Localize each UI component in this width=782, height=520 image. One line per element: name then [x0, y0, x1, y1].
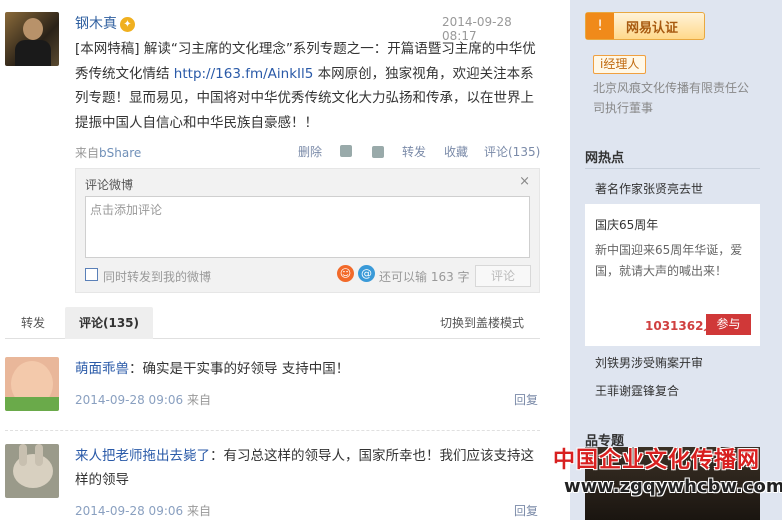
divider — [5, 430, 540, 431]
hot-topic-item[interactable]: 王菲谢霆锋复合 — [595, 382, 679, 399]
comment-from: 来自 — [183, 393, 211, 407]
tab-comments[interactable]: 评论(135) — [65, 307, 153, 339]
comment-meta: 2014-09-28 09:06 来自 — [75, 391, 211, 408]
reply-button[interactable]: 回复 — [514, 502, 538, 519]
commenter-avatar[interactable] — [5, 357, 59, 411]
certification-badge[interactable]: ! 网易认证 — [585, 12, 705, 40]
mention-icon[interactable]: @ — [358, 265, 375, 282]
certification-label: 网易认证 — [626, 21, 679, 36]
comment-box-title: 评论微博 — [85, 178, 134, 192]
vote-title[interactable]: 国庆65周年 — [595, 216, 658, 233]
commenter-avatar[interactable] — [5, 444, 59, 498]
hot-topic-item[interactable]: 著名作家张贤亮去世 — [595, 180, 703, 197]
forward-checkbox-label[interactable]: 同时转发到我的微博 — [103, 268, 211, 285]
thumbs-down-icon[interactable] — [372, 146, 384, 158]
switch-mode-link[interactable]: 切换到盖楼模式 — [440, 307, 524, 339]
watermark-title: 中国企业文化传播网 — [553, 448, 761, 473]
post-body: [本网特稿] 解读“习主席的文化理念”系列专题之一：开篇语暨习主席的中华优秀传统… — [75, 37, 545, 135]
comment-box: 评论微博 × 点击添加评论 同时转发到我的微博 ☺ @ 还可以输 163 字 评… — [75, 168, 540, 293]
watermark-url: www.zgqywhcbw.com — [564, 476, 782, 497]
vip-badge-icon: ✦ — [120, 17, 135, 32]
comment-from: 来自 — [183, 504, 211, 518]
tab-forward[interactable]: 转发 — [5, 307, 61, 339]
comment-meta: 2014-09-28 09:06 来自 — [75, 502, 211, 519]
certification-icon: ! — [586, 13, 614, 39]
forward-button[interactable]: 转发 — [402, 143, 426, 160]
commenter-name[interactable]: 萌面乖兽 — [75, 361, 129, 377]
comment-text: 来人把老师拖出去毙了：有习总这样的领导人，国家所幸也！我们应该支持这样的领导 — [75, 444, 540, 492]
vote-count: 1031362人 — [645, 319, 716, 333]
comment-text: 萌面乖兽：确实是干实事的好领导 支持中国！ — [75, 357, 540, 381]
vote-card: 国庆65周年 新中国迎来65周年华诞，爱国，就请大声的喊出来！ 1031362人… — [585, 204, 760, 346]
thumbs-up-icon[interactable] — [340, 145, 352, 157]
forward-checkbox[interactable] — [85, 268, 98, 281]
hot-topics-title: 网热点 — [585, 151, 625, 166]
comment-time: 2014-09-28 09:06 — [75, 504, 184, 518]
hot-topic-item[interactable]: 刘铁男涉受贿案开审 — [595, 354, 703, 371]
delete-button[interactable]: 删除 — [298, 143, 322, 160]
divider — [585, 168, 760, 169]
submit-comment-button[interactable]: 评论 — [475, 265, 531, 287]
comment-input[interactable]: 点击添加评论 — [85, 196, 530, 258]
vote-description: 新中国迎来65周年华诞，爱国，就请大声的喊出来！ — [595, 243, 743, 278]
author-avatar[interactable] — [5, 12, 59, 66]
emoji-icon[interactable]: ☺ — [337, 265, 354, 282]
close-icon[interactable]: × — [519, 174, 530, 189]
author-name-row: 钢木真 ✦ — [75, 13, 135, 33]
comment-button[interactable]: 评论(135) — [484, 143, 540, 160]
author-name-link[interactable]: 钢木真 — [75, 16, 117, 32]
commenter-name[interactable]: 来人把老师拖出去毙了 — [75, 448, 210, 464]
post-link[interactable]: http://163.fm/AinkIl5 — [174, 66, 314, 82]
source-prefix: 来自 — [75, 146, 100, 160]
role-tag: i经理人 — [593, 55, 647, 74]
reply-button[interactable]: 回复 — [514, 391, 538, 408]
char-count: 还可以输 163 字 — [379, 270, 470, 284]
post-source: 来自bShare — [75, 144, 141, 161]
comment-body: ：确实是干实事的好领导 支持中国！ — [129, 361, 350, 377]
comment-tabs: 转发 评论(135) 切换到盖楼模式 — [5, 307, 540, 339]
company-text: 北京风痕文化传播有限责任公司执行董事 — [593, 81, 750, 115]
favorite-button[interactable]: 收藏 — [444, 143, 468, 160]
comment-time: 2014-09-28 09:06 — [75, 393, 184, 407]
join-vote-button[interactable]: 参与 — [706, 314, 751, 335]
source-link[interactable]: bShare — [99, 146, 141, 160]
